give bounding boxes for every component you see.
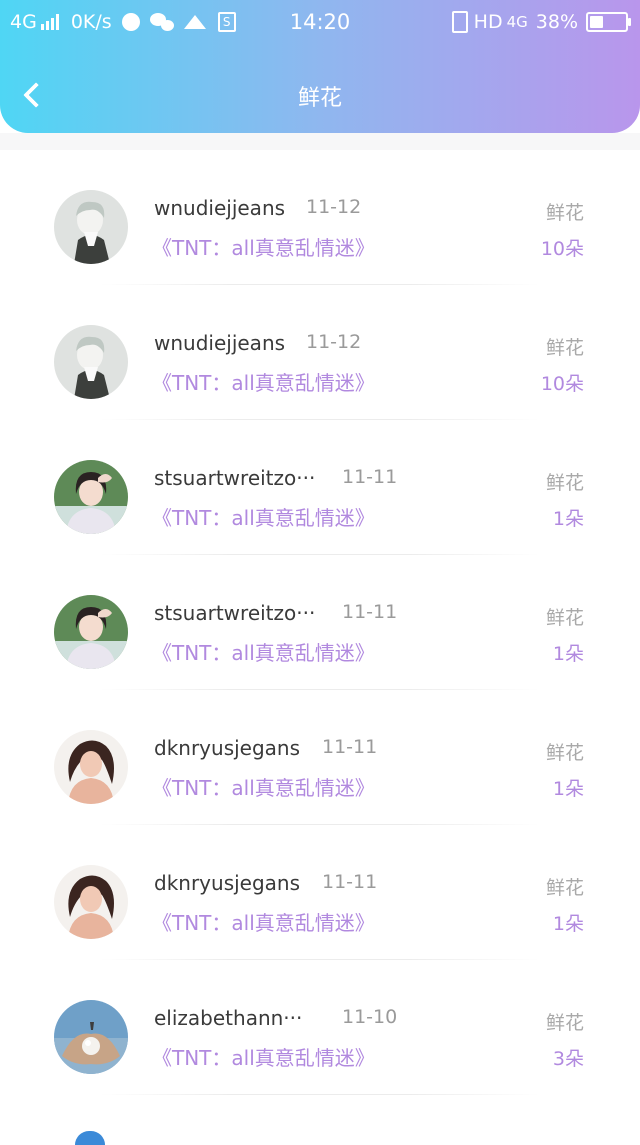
avatar[interactable] [54, 190, 128, 264]
list-item-gift-count: 3朵 [552, 1048, 584, 1070]
list-item-book-title[interactable]: 《TNT：all真意乱情迷》 [152, 1042, 375, 1071]
header: 4G 0K/s S 14:20 HD 4G 38% 鲜花 [0, 0, 640, 133]
list-item-gift-label: 鲜花 [545, 607, 584, 629]
list-item-gift-count: 10朵 [540, 373, 584, 395]
list-item[interactable]: dknryusjegans 11-11 《TNT：all真意乱情迷》 鲜花 1朵 [0, 825, 640, 960]
list-item-gift-label: 鲜花 [545, 1012, 584, 1034]
list-item[interactable]: stsuartwreitzo··· 11-11 《TNT：all真意乱情迷》 鲜花 1朵 [0, 555, 640, 690]
avatar[interactable] [54, 730, 128, 804]
nav-bar: 鲜花 [0, 62, 640, 132]
list-item-username[interactable]: stsuartwreitzo··· [154, 466, 322, 490]
list-item-date: 11-10 [342, 1006, 398, 1028]
list-item-gift-label: 鲜花 [545, 337, 584, 359]
list-item-date: 11-12 [306, 331, 362, 353]
battery-percent: 38% [535, 11, 578, 33]
list-item-book-title[interactable]: 《TNT：all真意乱情迷》 [152, 232, 375, 261]
list-item-date: 11-12 [306, 196, 362, 218]
list-item[interactable]: dknryusjegans 11-11 《TNT：all真意乱情迷》 鲜花 1朵 [0, 690, 640, 825]
list-item-gift-count: 1朵 [552, 778, 584, 800]
list-item-gift-label: 鲜花 [545, 202, 584, 224]
page-title: 鲜花 [297, 86, 342, 111]
list-item[interactable]: wnudiejjeans 11-12 《TNT：all真意乱情迷》 鲜花 10朵 [0, 285, 640, 420]
list-item-date: 11-11 [322, 871, 378, 893]
avatar[interactable] [54, 325, 128, 399]
vibrate-icon [451, 11, 468, 33]
list-item-username[interactable]: dknryusjegans [154, 871, 322, 895]
avatar[interactable] [54, 865, 128, 939]
list-item[interactable]: stsuartwreitzo··· 11-11 《TNT：all真意乱情迷》 鲜花 1朵 [0, 420, 640, 555]
list-item[interactable]: elizabethann··· 11-10 《TNT：all真意乱情迷》 鲜花 3朵 [0, 960, 640, 1095]
list-item-book-title[interactable]: 《TNT：all真意乱情迷》 [152, 367, 375, 396]
list-item-date: 11-11 [322, 736, 378, 758]
list-item-username[interactable]: dknryusjegans [154, 736, 322, 760]
list-item-gift-label: 鲜花 [545, 877, 584, 899]
list-item-book-title[interactable]: 《TNT：all真意乱情迷》 [152, 907, 375, 936]
list-item-gift-count: 1朵 [552, 913, 584, 935]
list-item-username[interactable]: stsuartwreitzo··· [154, 601, 322, 625]
list-item-date: 11-11 [342, 601, 398, 623]
list-item-username[interactable]: elizabethann··· [154, 1006, 322, 1030]
status-bar: 4G 0K/s S 14:20 HD 4G 38% [0, 0, 640, 44]
list-item-date: 11-11 [342, 466, 398, 488]
list-item-gift-count: 1朵 [552, 508, 584, 530]
avatar[interactable] [54, 1000, 128, 1074]
list-item-book-title[interactable]: 《TNT：all真意乱情迷》 [152, 637, 375, 666]
list-item-gift-label: 鲜花 [545, 742, 584, 764]
avatar[interactable] [54, 595, 128, 669]
battery-fill [590, 16, 603, 28]
battery-icon [586, 12, 631, 32]
list-item[interactable]: wnudiejjeans 11-12 《TNT：all真意乱情迷》 鲜花 10朵 [0, 150, 640, 285]
hd-label: HD [473, 11, 503, 33]
list-item-book-title[interactable]: 《TNT：all真意乱情迷》 [152, 772, 375, 801]
network-4g-label: 4G [506, 13, 528, 31]
list-item-gift-count: 1朵 [552, 643, 584, 665]
avatar[interactable] [54, 460, 128, 534]
list-item-username[interactable]: wnudiejjeans [154, 196, 322, 220]
list-item-username[interactable]: wnudiejjeans [154, 331, 322, 355]
list-item-book-title[interactable]: 《TNT：all真意乱情迷》 [152, 502, 375, 531]
gift-list: wnudiejjeans 11-12 《TNT：all真意乱情迷》 鲜花 10朵 wnu… [0, 150, 640, 1095]
divider-band [0, 133, 640, 150]
avatar-partial [75, 1131, 105, 1145]
list-item-gift-label: 鲜花 [545, 472, 584, 494]
list-item-gift-count: 10朵 [540, 238, 584, 260]
